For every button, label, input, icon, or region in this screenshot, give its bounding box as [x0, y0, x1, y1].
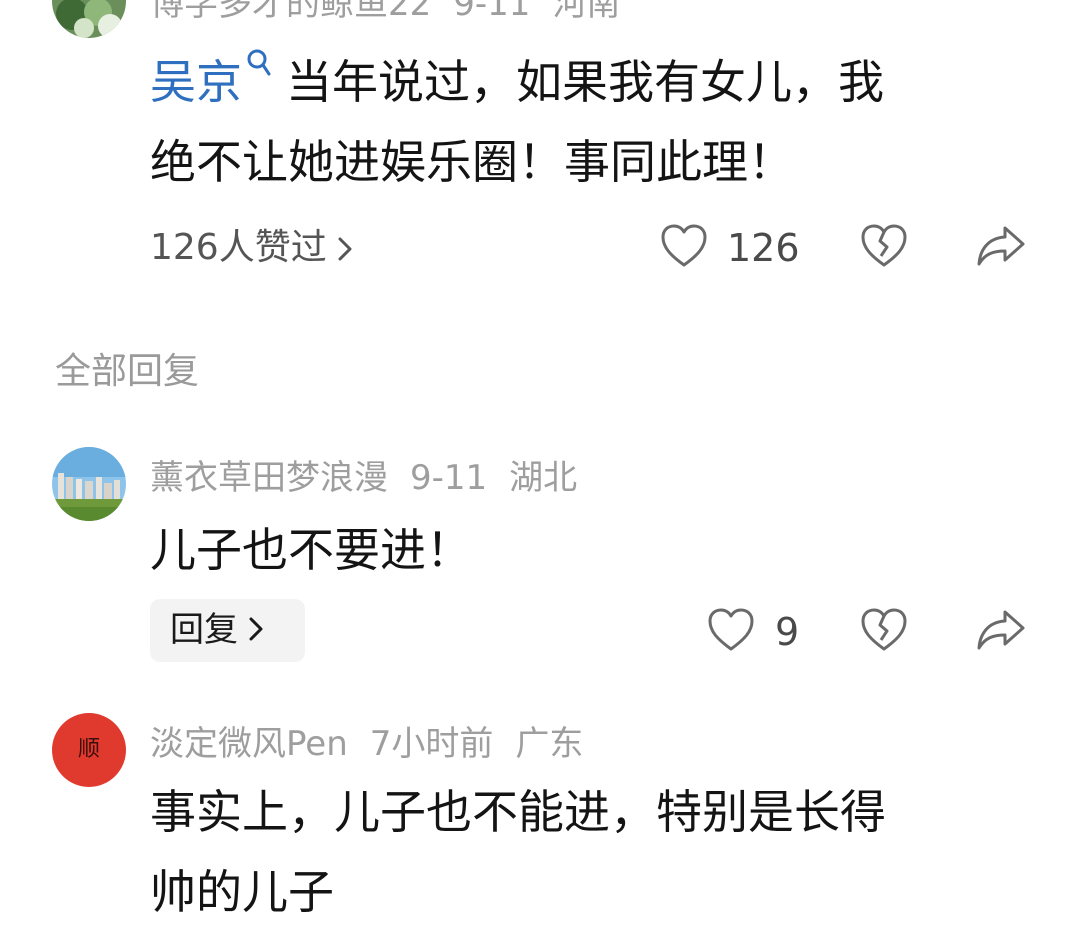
comment-line-1: 吴京 当年说过，如果我有女儿，我	[150, 42, 884, 122]
comment-region: 河南	[552, 0, 621, 24]
like-count: 9	[775, 610, 800, 654]
reply-button-label: 回复	[170, 610, 238, 650]
reply-2-meta: 淡定微风Pen 7小时前 广东	[150, 724, 605, 764]
top-comment-body: 吴京 当年说过，如果我有女儿，我 绝不让她进娱乐圈！事同此理！	[150, 42, 884, 202]
comment-date: 9-11	[410, 458, 488, 498]
comment-line-2: 绝不让她进娱乐圈！事同此理！	[150, 135, 794, 189]
comment-date: 9-11	[453, 0, 531, 24]
dislike-button[interactable]	[860, 223, 908, 269]
avatar-reply-1[interactable]	[52, 447, 126, 521]
top-comment-meta: 博学多才的鲸鱼22 9-11 河南	[150, 0, 642, 24]
all-replies-header: 全部回复	[55, 351, 200, 392]
search-icon	[247, 49, 271, 76]
share-button[interactable]	[975, 606, 1027, 654]
comment-line-1: 事实上，儿子也不能进，特别是长得	[150, 785, 886, 839]
dislike-button[interactable]	[860, 607, 908, 653]
author-name[interactable]: 博学多才的鲸鱼22	[150, 0, 431, 24]
comment-time: 7小时前	[369, 724, 494, 764]
mention-link[interactable]: 吴京	[150, 55, 242, 109]
reply-1-body: 儿子也不要进！	[150, 523, 472, 577]
like-button[interactable]	[660, 223, 708, 269]
chevron-right-icon	[249, 617, 263, 640]
comment-region: 广东	[515, 724, 584, 764]
author-name[interactable]: 薰衣草田梦浪漫	[150, 458, 388, 498]
avatar-reply-2[interactable]: 顺	[52, 713, 126, 787]
chevron-right-icon	[338, 237, 352, 261]
likes-summary-text: 126人赞过	[150, 227, 327, 268]
share-button[interactable]	[975, 222, 1027, 270]
like-count: 126	[727, 226, 800, 270]
avatar-text: 顺	[77, 737, 100, 762]
author-name[interactable]: 淡定微风Pen	[150, 724, 348, 764]
reply-button[interactable]: 回复	[150, 599, 305, 662]
likes-summary-link[interactable]: 126人赞过	[150, 228, 353, 268]
comment-region: 湖北	[509, 458, 578, 498]
reply-1-meta: 薰衣草田梦浪漫 9-11 湖北	[150, 458, 599, 498]
reply-2-body: 事实上，儿子也不能进，特别是长得 帅的儿子	[150, 772, 886, 932]
comment-text-1: 当年说过，如果我有女儿，我	[286, 55, 884, 109]
comment-line-2: 帅的儿子	[150, 865, 334, 919]
avatar-top-comment[interactable]	[52, 0, 126, 38]
like-button[interactable]	[707, 607, 755, 653]
